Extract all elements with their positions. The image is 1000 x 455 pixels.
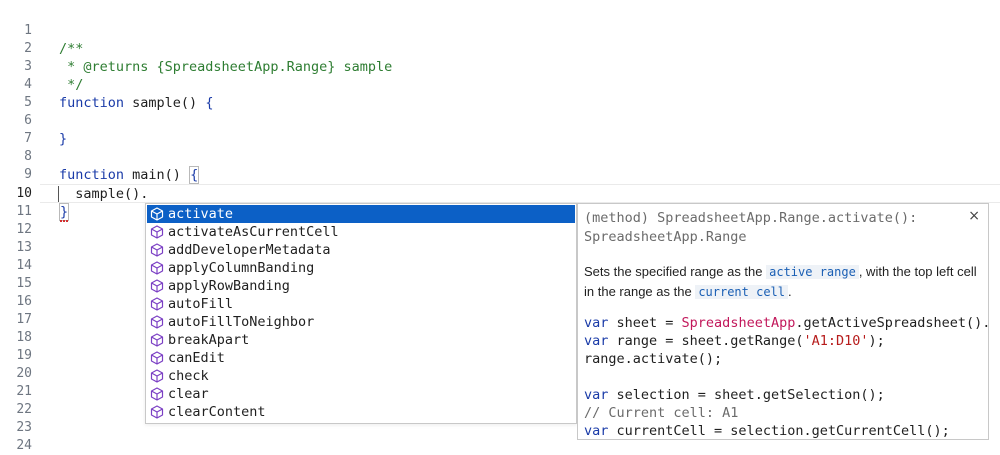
inline-code: current cell — [695, 285, 789, 299]
line-number: 5 — [24, 95, 32, 110]
suggestion-item[interactable]: check — [147, 367, 575, 385]
close-icon[interactable]: × — [968, 208, 980, 224]
suggestion-label: clearContent — [168, 404, 266, 420]
suggestion-label: applyRowBanding — [168, 278, 290, 294]
suggestion-label: autoFill — [168, 296, 234, 312]
code-line-5: function sample() { — [59, 95, 214, 111]
suggestion-item[interactable]: autoFillToNeighbor — [147, 313, 575, 331]
suggestion-item[interactable]: autoFill — [147, 295, 575, 313]
suggestion-label: clear — [168, 386, 209, 402]
example-code: var sheet = SpreadsheetApp.getActiveSpre… — [584, 315, 989, 439]
method-cube-icon — [150, 351, 164, 365]
line-number: 11 — [16, 204, 32, 219]
suggestion-item[interactable]: breakApart — [147, 331, 575, 349]
suggestion-label: applyColumnBanding — [168, 260, 315, 276]
line-number: 17 — [16, 312, 32, 327]
code-line-9: function main() { — [59, 166, 200, 184]
method-cube-icon — [150, 243, 164, 257]
suggestion-label: canEdit — [168, 350, 225, 366]
suggestion-label: check — [168, 368, 209, 384]
inline-code: active range — [766, 265, 859, 279]
line-number: 16 — [16, 294, 32, 309]
code-line-10: sample(). — [59, 186, 149, 202]
method-cube-icon — [150, 279, 164, 293]
line-number: 24 — [16, 438, 32, 453]
code-line-7: } — [59, 131, 68, 147]
line-number: 3 — [24, 59, 32, 74]
line-number: 18 — [16, 330, 32, 345]
line-number: 14 — [16, 258, 32, 273]
line-number: 21 — [16, 384, 32, 399]
error-squiggle — [60, 216, 68, 222]
suggestion-item[interactable]: clearContent — [147, 403, 575, 421]
method-cube-icon — [150, 261, 164, 275]
line-number: 4 — [24, 77, 32, 92]
code-line-3: * @returns {SpreadsheetApp.Range} sample — [59, 59, 393, 75]
method-cube-icon — [150, 315, 164, 329]
text-cursor — [58, 186, 59, 202]
method-cube-icon — [150, 387, 164, 401]
line-number: 19 — [16, 348, 32, 363]
line-number: 22 — [16, 402, 32, 417]
line-number: 23 — [16, 420, 32, 435]
method-cube-icon — [150, 225, 164, 239]
suggestion-item[interactable]: canEdit — [147, 349, 575, 367]
method-cube-icon — [150, 369, 164, 383]
suggestion-item-selected[interactable]: activate — [147, 205, 575, 223]
line-number: 8 — [24, 149, 32, 164]
line-number: 1 — [24, 23, 32, 38]
suggestion-label: breakApart — [168, 332, 250, 348]
suggestion-item[interactable]: applyColumnBanding — [147, 259, 575, 277]
line-number: 15 — [16, 276, 32, 291]
method-cube-icon — [150, 405, 164, 419]
suggestion-label: addDeveloperMetadata — [168, 242, 331, 258]
method-signature: (method) SpreadsheetApp.Range.activate()… — [584, 210, 926, 245]
method-cube-icon — [150, 297, 164, 311]
suggestion-details-panel: (method) SpreadsheetApp.Range.activate()… — [577, 203, 989, 440]
code-line-2: /** — [59, 41, 84, 57]
line-number: 2 — [24, 41, 32, 56]
line-number: 12 — [16, 222, 32, 237]
suggestion-item[interactable]: addDeveloperMetadata — [147, 241, 575, 259]
suggestion-label: activateAsCurrentCell — [168, 224, 339, 240]
method-cube-icon — [150, 333, 164, 347]
suggestion-item[interactable]: clear — [147, 385, 575, 403]
code-line-4: */ — [59, 77, 84, 93]
method-cube-icon — [150, 207, 164, 221]
suggestion-label: activate — [168, 206, 234, 222]
suggestion-item[interactable]: applyRowBanding — [147, 277, 575, 295]
line-number: 9 — [24, 167, 32, 182]
suggestion-item[interactable]: activateAsCurrentCell — [147, 223, 575, 241]
line-number: 6 — [24, 113, 32, 128]
method-description: Sets the specified range as the active r… — [584, 264, 977, 299]
line-number: 20 — [16, 366, 32, 381]
line-number-active: 10 — [16, 186, 32, 201]
line-number: 13 — [16, 240, 32, 255]
suggestion-label: autoFillToNeighbor — [168, 314, 315, 330]
matching-brace: { — [189, 166, 200, 184]
suggestion-list[interactable]: activate activateAsCurrentCell addDevelope… — [145, 203, 577, 424]
line-number: 7 — [24, 131, 32, 146]
